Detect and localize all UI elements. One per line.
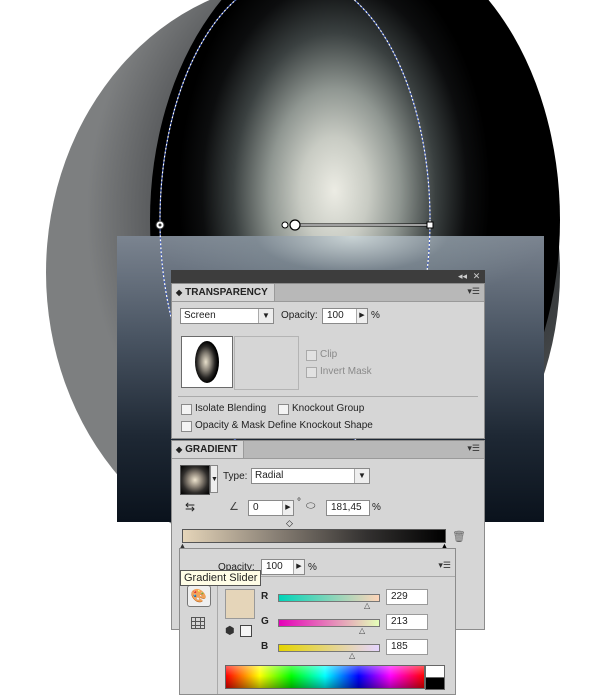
opacity-label: Opacity: (281, 310, 318, 321)
opacity-dropdown-arrow[interactable]: ▶ (356, 309, 367, 323)
clip-label: Clip (320, 349, 338, 360)
opacity-mask-knockout-checkbox[interactable] (181, 421, 192, 432)
square-icon[interactable] (240, 625, 252, 637)
knockout-group-checkbox[interactable] (278, 404, 289, 415)
trash-icon[interactable]: 🗑 (452, 530, 466, 543)
transparency-panel: ◆ TRANSPARENCY ▾☰ Screen ▼ Opacity: 100 ▶… (171, 283, 485, 439)
g-slider-thumb[interactable]: △ (359, 627, 365, 635)
fill-swatch[interactable] (225, 589, 255, 619)
gradient-center-handle (289, 219, 301, 231)
gradient-tab-strip: ◆ GRADIENT ▾☰ (172, 441, 484, 459)
gradient-slider[interactable] (182, 529, 446, 543)
tab-toggle-icon: ◆ (176, 288, 183, 297)
aspect-ratio-icon: ⬭ (306, 500, 316, 512)
chevron-down-icon: ▼ (354, 469, 369, 483)
angle-field[interactable]: 0 ▶ (248, 500, 294, 516)
collapse-icon[interactable]: ◂◂ (457, 271, 468, 282)
b-value-field[interactable]: 185 (386, 639, 428, 655)
invert-mask-label: Invert Mask (320, 366, 372, 377)
close-icon[interactable]: ✕ (471, 271, 482, 282)
panel-dock-titlebar[interactable]: ◂◂ ✕ (171, 270, 485, 283)
g-label: G (261, 616, 269, 627)
grid-icon[interactable] (191, 617, 205, 629)
aspect-ratio-field[interactable]: 181,45 (326, 500, 370, 516)
stop-opacity-percent: % (308, 562, 317, 573)
tab-transparency[interactable]: ◆ TRANSPARENCY (172, 284, 275, 301)
opacity-mask-area[interactable] (234, 336, 299, 390)
panel-menu-icon[interactable]: ▾☰ (467, 443, 480, 454)
angle-icon: ∠ (229, 501, 239, 513)
opacity-mask-knockout-label: Opacity & Mask Define Knockout Shape (195, 420, 373, 431)
aspect-percent: % (372, 502, 381, 513)
reverse-gradient-icon[interactable]: ⇆ (185, 500, 195, 514)
gradient-type-select[interactable]: Radial ▼ (251, 468, 370, 484)
b-slider-thumb[interactable]: △ (349, 652, 355, 660)
r-value-field[interactable]: 229 (386, 589, 428, 605)
stop-opacity-dropdown-arrow[interactable]: ▶ (293, 560, 304, 574)
opacity-percent: % (371, 310, 380, 321)
knockout-group-label: Knockout Group (292, 403, 365, 414)
midpoint-diamond[interactable]: ◇ (286, 519, 293, 528)
degree-symbol: ° (297, 497, 301, 508)
gradient-slider-tooltip: Gradient Slider (180, 570, 262, 586)
gradient-origin-handle (281, 221, 289, 229)
b-slider[interactable] (278, 644, 380, 652)
gradient-thumbnail[interactable] (180, 465, 210, 495)
type-label: Type: (223, 471, 248, 482)
isolate-blending-label: Isolate Blending (195, 403, 267, 414)
blend-mode-select[interactable]: Screen ▼ (180, 308, 274, 324)
tab-toggle-icon: ◆ (176, 445, 183, 454)
panel-menu-icon[interactable]: ▾☰ (438, 560, 451, 571)
panel-menu-icon[interactable]: ▾☰ (467, 286, 480, 297)
tab-gradient[interactable]: ◆ GRADIENT (172, 441, 245, 458)
gradient-end-handle (426, 221, 434, 229)
gradient-thumbnail-dropdown[interactable]: ▼ (210, 465, 218, 493)
transparency-tab-strip: ◆ TRANSPARENCY ▾☰ (172, 284, 484, 302)
chevron-down-icon: ▼ (258, 309, 273, 323)
spectrum-black-swatch[interactable] (425, 677, 445, 690)
stop-opacity-field[interactable]: 100 ▶ (261, 559, 305, 575)
cube-icon[interactable]: ⬢ (225, 625, 235, 637)
r-slider-thumb[interactable]: △ (364, 602, 370, 610)
clip-checkbox[interactable] (306, 350, 317, 361)
palette-icon[interactable]: 🎨 (187, 585, 211, 607)
color-spectrum-shade (226, 666, 424, 688)
separator (178, 396, 478, 397)
g-value-field[interactable]: 213 (386, 614, 428, 630)
opacity-field[interactable]: 100 ▶ (322, 308, 368, 324)
b-label: B (261, 641, 269, 652)
isolate-blending-checkbox[interactable] (181, 404, 192, 415)
object-thumbnail[interactable] (181, 336, 233, 388)
invert-mask-checkbox[interactable] (306, 367, 317, 378)
angle-dropdown-arrow[interactable]: ▶ (282, 501, 293, 515)
r-label: R (261, 591, 269, 602)
thumbnail-ellipse (195, 341, 219, 383)
gradient-annotator[interactable] (281, 219, 434, 231)
